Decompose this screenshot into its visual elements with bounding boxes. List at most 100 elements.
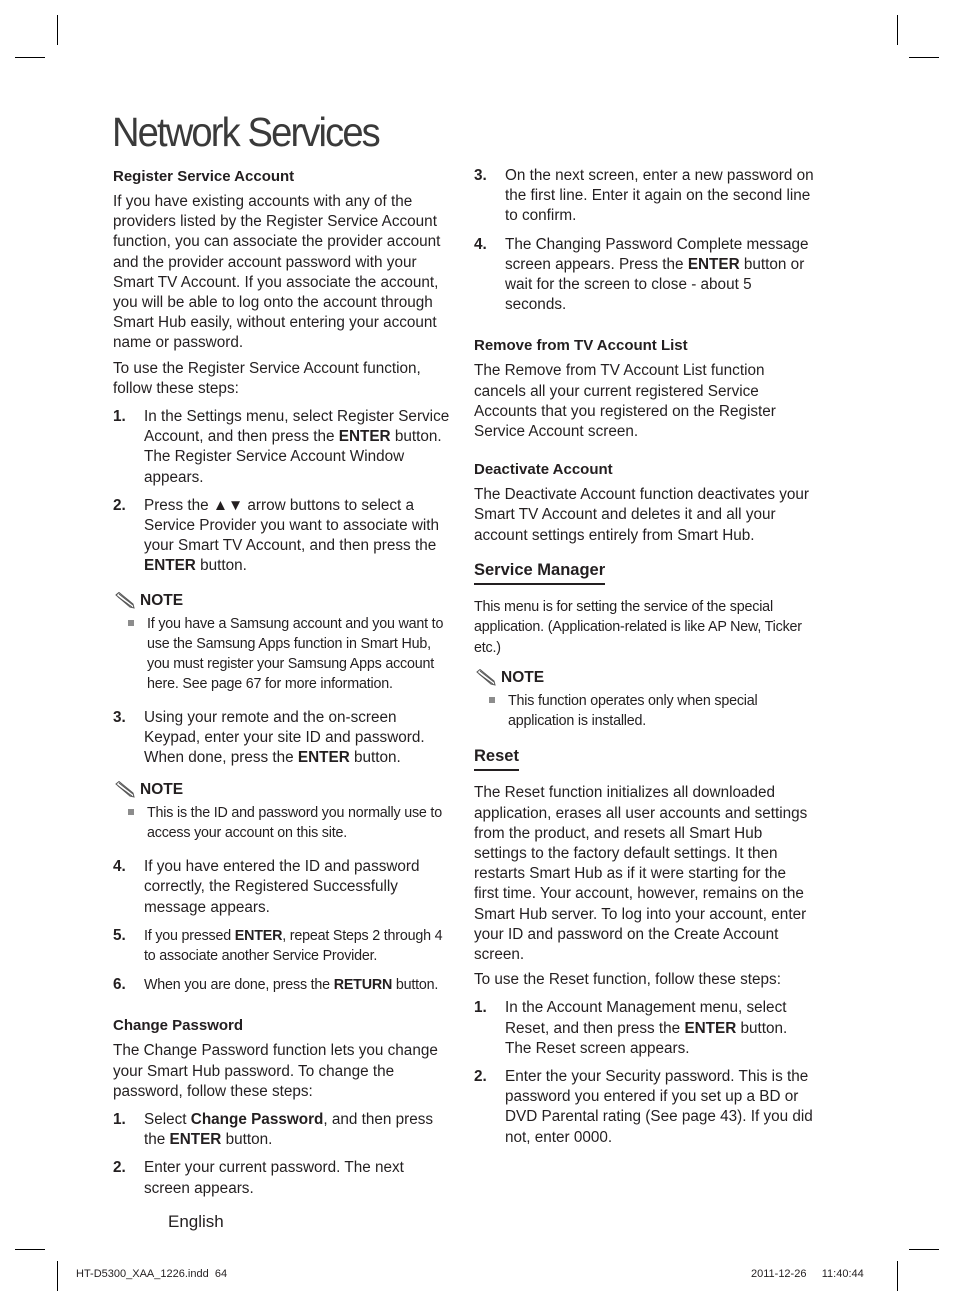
- register-service-account-section: Register Service Account If you have exi…: [113, 166, 453, 995]
- note-box: NOTE If you have a Samsung account and y…: [113, 591, 453, 694]
- pencil-note-icon: [115, 591, 135, 609]
- step-text: button.: [349, 749, 401, 767]
- step-item: 2. Enter the your Security password. Thi…: [474, 1067, 814, 1148]
- service-manager-text: This menu is for setting the service of …: [474, 598, 802, 656]
- step-text: On the next screen, enter a new password…: [505, 167, 814, 225]
- enter-button-label: ENTER: [234, 927, 283, 944]
- deactivate-text: The Deactivate Account function deactiva…: [474, 486, 810, 544]
- note-header: NOTE: [474, 668, 814, 688]
- reset-section: Reset The Reset function initializes all…: [474, 745, 814, 1147]
- change-password-steps-continued: 3. On the next screen, enter a new passw…: [474, 166, 814, 315]
- enter-button-label: ENTER: [684, 1019, 737, 1037]
- deactivate-account-section: Deactivate Account The Deactivate Accoun…: [474, 459, 814, 546]
- step-item: 6. When you are done, press the RETURN b…: [113, 975, 453, 996]
- step-item: 1. In the Settings menu, select Register…: [113, 407, 453, 488]
- register-service-account-heading: Register Service Account: [113, 168, 295, 185]
- note-box: NOTE This function operates only when sp…: [474, 668, 814, 731]
- crop-mark-top-left-horizontal: [15, 57, 45, 58]
- note-item: If you have a Samsung account and you wa…: [113, 614, 453, 694]
- step-number: 1.: [474, 999, 487, 1017]
- step-text: Enter the your Security password. This i…: [505, 1067, 813, 1146]
- remove-heading: Remove from TV Account List: [474, 337, 688, 355]
- note-header: NOTE: [113, 591, 453, 611]
- step-number: 1.: [113, 408, 126, 426]
- page-title: Network Services: [112, 109, 381, 155]
- crop-mark-bottom-left-vertical: [57, 1261, 58, 1291]
- step-item: 3. Using your remote and the on-screen K…: [113, 708, 453, 769]
- pencil-note-icon: [115, 781, 135, 798]
- change-password-steps: 1. Select Change Password, and then pres…: [113, 1110, 453, 1199]
- slug-time: 11:40:44: [821, 1268, 864, 1280]
- reset-heading: Reset: [474, 745, 519, 772]
- step-text: Select: [144, 1110, 191, 1128]
- service-manager-heading: Service Manager: [474, 559, 606, 585]
- step-text: If you pressed: [144, 927, 235, 944]
- step-text: button.: [221, 1131, 273, 1149]
- right-column: 3. On the next screen, enter a new passw…: [474, 166, 814, 1156]
- note-header: NOTE: [113, 780, 453, 800]
- crop-mark-top-right-horizontal: [909, 57, 939, 58]
- note-item: This is the ID and password you normally…: [113, 803, 453, 843]
- step-item: 2. Press the ▲▼ arrow buttons to select …: [113, 496, 453, 577]
- step-text: If you have entered the ID and password …: [144, 858, 420, 916]
- step-number: 5.: [113, 926, 126, 944]
- deactivate-heading: Deactivate Account: [474, 461, 613, 479]
- crop-mark-top-right-vertical: [897, 15, 898, 45]
- enter-button-label: ENTER: [169, 1131, 222, 1149]
- note-label: NOTE: [501, 669, 545, 687]
- step-number: 3.: [113, 708, 126, 726]
- note-text: This function operates only when special…: [508, 693, 758, 730]
- step-item: 4. If you have entered the ID and passwo…: [113, 857, 453, 918]
- step-number: 2.: [474, 1067, 487, 1085]
- step-text: Enter your current password. The next sc…: [144, 1159, 404, 1197]
- register-steps: 1. In the Settings menu, select Register…: [113, 407, 453, 577]
- step-number: 6.: [113, 975, 126, 993]
- change-password-label: Change Password: [190, 1110, 324, 1128]
- change-password-heading: Change Password: [113, 1017, 244, 1035]
- square-bullet-icon: [128, 619, 134, 626]
- slug-date: 2011-12-26: [751, 1268, 807, 1280]
- crop-mark-bottom-right-horizontal: [909, 1249, 939, 1250]
- crop-mark-top-left-vertical: [57, 15, 58, 45]
- footer-language: English: [168, 1212, 224, 1231]
- change-password-intro: The Change Password function lets you ch…: [113, 1042, 438, 1100]
- slug-file-info: HT-D5300_XAA_1226.indd 64: [76, 1268, 227, 1280]
- crop-mark-bottom-right-vertical: [897, 1261, 898, 1291]
- register-lead: To use the Register Service Account func…: [113, 359, 421, 397]
- note-text: This is the ID and password you normally…: [147, 805, 442, 842]
- step-number: 4.: [113, 858, 126, 876]
- step-item: 2. Enter your current password. The next…: [113, 1158, 453, 1198]
- reset-lead: To use the Reset function, follow these …: [474, 971, 781, 989]
- reset-text: The Reset function initializes all downl…: [474, 784, 808, 963]
- step-text: When you are done, press the: [144, 976, 334, 993]
- reset-steps: 1. In the Account Management menu, selec…: [474, 998, 814, 1147]
- slug-timestamp: 2011-12-26 11:40:44: [751, 1268, 864, 1280]
- step-number: 2.: [113, 496, 126, 514]
- note-text: If you have a Samsung account and you wa…: [147, 615, 444, 692]
- pencil-note-icon: [476, 669, 496, 687]
- step-number: 1.: [113, 1110, 126, 1128]
- service-manager-section: Service Manager This menu is for setting…: [474, 559, 814, 732]
- enter-button-label: ENTER: [297, 749, 350, 767]
- step-item: 1. Select Change Password, and then pres…: [113, 1110, 453, 1150]
- remove-from-tv-account-list-section: Remove from TV Account List The Remove f…: [474, 335, 814, 442]
- enter-button-label: ENTER: [687, 255, 740, 273]
- step-text: Press the ▲▼ arrow buttons to select a S…: [144, 496, 440, 555]
- crop-mark-bottom-left-horizontal: [15, 1249, 45, 1250]
- return-button-label: RETURN: [333, 976, 393, 993]
- step-text: button.: [195, 557, 247, 575]
- step-item: 4. The Changing Password Complete messag…: [474, 235, 814, 316]
- step-number: 2.: [113, 1159, 126, 1177]
- left-column: Register Service Account If you have exi…: [113, 166, 453, 1207]
- step-number: 4.: [474, 235, 487, 253]
- step-item: 3. On the next screen, enter a new passw…: [474, 166, 814, 227]
- change-password-section: Change Password The Change Password func…: [113, 1015, 453, 1198]
- remove-text: The Remove from TV Account List function…: [474, 362, 776, 441]
- slug-page-number: 64: [214, 1268, 228, 1280]
- slug-filename: HT-D5300_XAA_1226.indd: [76, 1268, 209, 1280]
- enter-button-label: ENTER: [338, 428, 391, 446]
- register-steps-final: 4. If you have entered the ID and passwo…: [113, 857, 453, 995]
- note-box: NOTE This is the ID and password you nor…: [113, 780, 453, 843]
- step-text: button.: [392, 976, 439, 993]
- step-item: 5. If you pressed ENTER, repeat Steps 2 …: [113, 926, 453, 967]
